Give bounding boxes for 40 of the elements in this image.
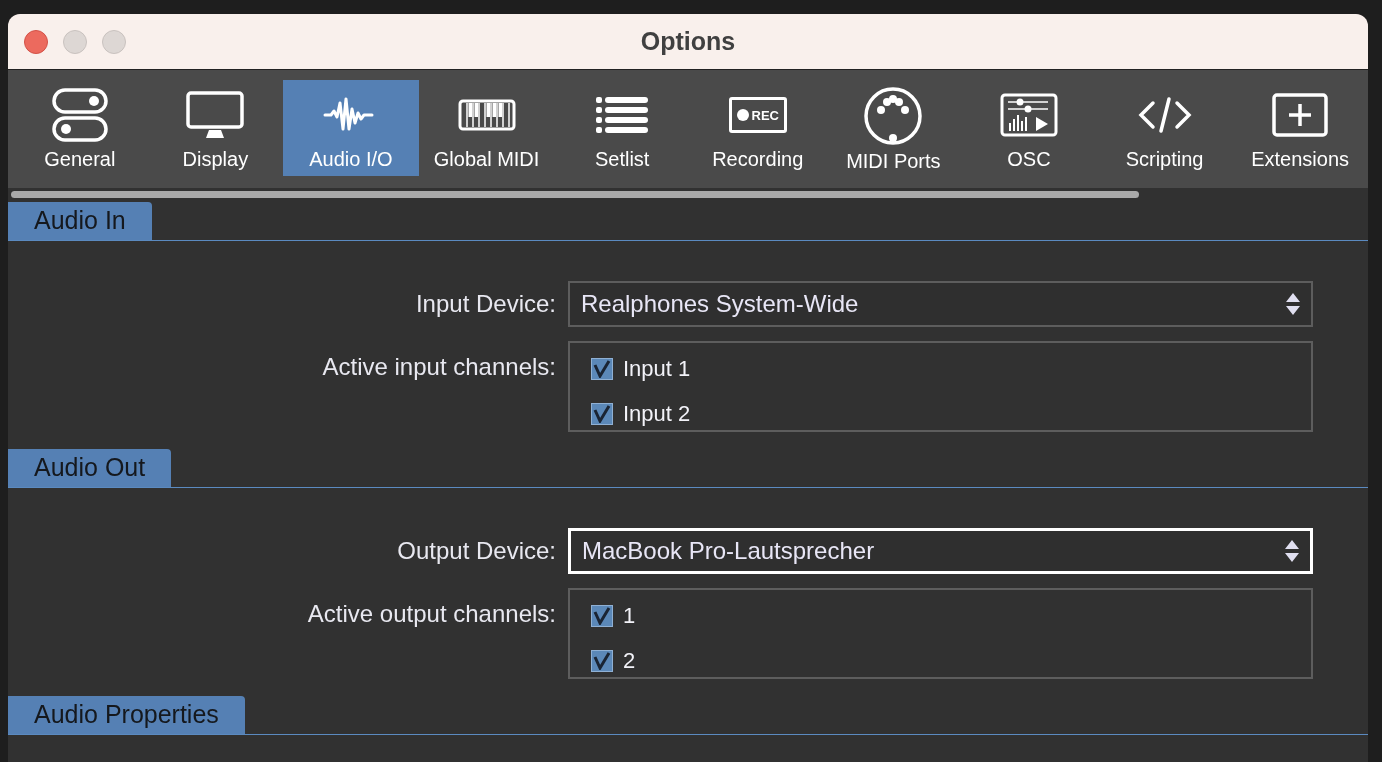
channel-label: Input 2 [623,400,691,428]
rec-icon: REC [728,97,787,133]
device-select[interactable]: Realphones System-Wide [568,281,1313,327]
channel-label: 2 [623,647,636,675]
channel-label: 1 [623,602,636,630]
piano-keyboard-icon [457,99,516,131]
checkbox[interactable] [591,604,613,627]
toolbar-tab[interactable]: MIDI Ports [825,80,962,176]
toolbar-tab[interactable]: Extensions [1232,80,1368,176]
window-title: Options [640,25,736,57]
scrollbar-thumb[interactable] [11,191,1139,198]
toolbar-tab[interactable]: Global MIDI [418,80,555,176]
toolbar-tab[interactable]: Setlist [554,80,690,176]
toolbar-tab[interactable]: REC Recording [689,80,826,176]
channels-label: Active output channels: [306,599,557,629]
toggle-switches-icon [49,87,110,143]
checkbox[interactable] [591,402,613,425]
section-header: Audio Out [8,449,172,487]
section-header: Audio In [8,202,152,240]
section-header: Audio Properties [8,696,245,734]
device-label: Output Device: [396,536,557,566]
toolbar-tab[interactable]: OSC [961,80,1097,176]
checkbox[interactable] [591,649,613,672]
midi-connector-icon [863,86,924,146]
plus-box-icon [1270,92,1331,138]
channel-label: Input 1 [623,355,691,383]
checkbox[interactable] [591,357,613,380]
toolbar-tab[interactable]: Display [147,80,284,176]
toolbar-tab[interactable]: Audio I/O [283,80,419,176]
toolbar-tab[interactable]: Scripting [1096,80,1233,176]
close-button[interactable] [24,29,48,54]
channels-label: Active input channels: [321,352,557,382]
toolbar-tab[interactable]: General [12,80,148,176]
device-select[interactable]: MacBook Pro-Lautsprecher [568,528,1313,574]
monitor-icon [185,90,246,140]
code-icon [1136,95,1193,135]
sliders-panel-icon [999,93,1058,137]
up-down-arrows-icon [1284,539,1300,563]
device-label: Input Device: [414,289,557,319]
up-down-arrows-icon [1285,292,1301,316]
